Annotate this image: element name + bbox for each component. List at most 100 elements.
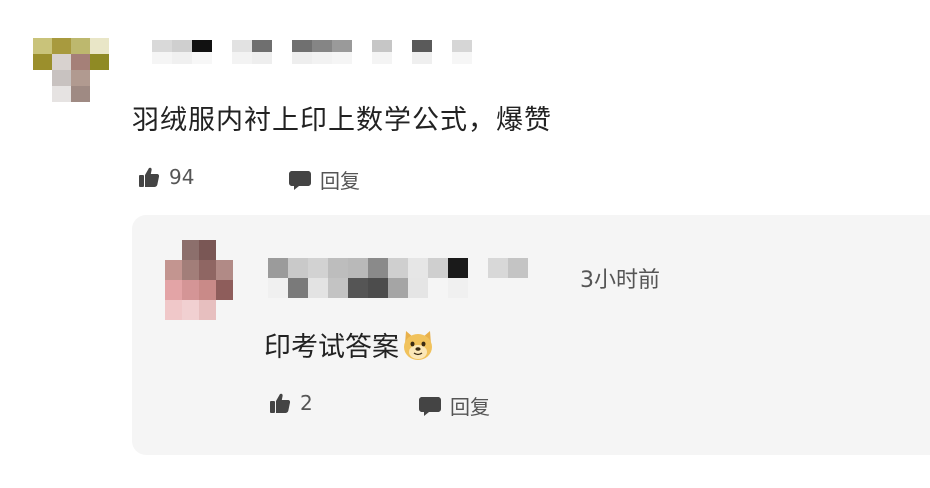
reply-like-button[interactable]: 2	[268, 391, 313, 415]
mosaic-pixel	[33, 86, 52, 102]
mosaic-pixel	[372, 52, 392, 64]
mosaic-pixel	[408, 278, 428, 298]
mosaic-pixel	[232, 40, 252, 52]
reply-text-row: 印考试答案	[264, 325, 435, 364]
mosaic-pixel	[216, 260, 233, 280]
comment-like-button[interactable]: 94	[137, 165, 194, 189]
mosaic-pixel	[216, 240, 233, 260]
mosaic-pixel	[90, 38, 109, 54]
mosaic-pixel	[268, 258, 288, 278]
commenter-name-blurred[interactable]	[132, 40, 472, 64]
mosaic-pixel	[272, 52, 292, 64]
mosaic-pixel	[182, 240, 199, 260]
mosaic-pixel	[199, 300, 216, 320]
reply-timestamp: 3小时前	[580, 268, 660, 293]
mosaic-pixel	[368, 258, 388, 278]
mosaic-pixel	[252, 40, 272, 52]
mosaic-pixel	[312, 40, 332, 52]
mosaic-pixel	[352, 40, 372, 52]
reply-reply-button[interactable]: 回复	[418, 391, 490, 420]
mosaic-pixel	[508, 278, 528, 298]
mosaic-pixel	[392, 40, 412, 52]
comment-text: 羽绒服内衬上印上数学公式，爆赞	[132, 105, 552, 136]
mosaic-pixel	[182, 300, 199, 320]
mosaic-pixel	[328, 258, 348, 278]
mosaic-pixel	[232, 52, 252, 64]
mosaic-pixel	[488, 258, 508, 278]
mosaic-pixel	[71, 38, 90, 54]
mosaic-pixel	[90, 54, 109, 70]
comment-reply-button[interactable]: 回复	[288, 165, 360, 194]
mosaic-pixel	[165, 240, 182, 260]
mosaic-pixel	[52, 70, 71, 86]
mosaic-pixel	[216, 280, 233, 300]
mosaic-pixel	[408, 258, 428, 278]
reply-like-count: 2	[300, 391, 313, 415]
mosaic-pixel	[448, 258, 468, 278]
mosaic-pixel	[172, 52, 192, 64]
mosaic-pixel	[332, 40, 352, 52]
mosaic-pixel	[199, 240, 216, 260]
mosaic-pixel	[292, 52, 312, 64]
mosaic-pixel	[33, 38, 52, 54]
thumbs-up-icon	[268, 391, 292, 415]
mosaic-pixel	[199, 260, 216, 280]
mosaic-pixel	[388, 278, 408, 298]
mosaic-pixel	[33, 70, 52, 86]
mosaic-pixel	[412, 52, 432, 64]
mosaic-pixel	[528, 278, 548, 298]
replier-avatar[interactable]	[165, 240, 233, 322]
mosaic-pixel	[165, 300, 182, 320]
mosaic-pixel	[448, 278, 468, 298]
mosaic-pixel	[352, 52, 372, 64]
mosaic-pixel	[212, 40, 232, 52]
replier-name-blurred[interactable]	[268, 258, 558, 298]
comment-like-count: 94	[169, 165, 195, 189]
mosaic-pixel	[182, 260, 199, 280]
mosaic-pixel	[432, 40, 452, 52]
mosaic-pixel	[71, 86, 90, 102]
mosaic-pixel	[372, 40, 392, 52]
commenter-avatar[interactable]	[33, 38, 109, 102]
mosaic-pixel	[90, 70, 109, 86]
mosaic-pixel	[172, 40, 192, 52]
mosaic-pixel	[428, 258, 448, 278]
mosaic-pixel	[388, 258, 408, 278]
mosaic-pixel	[308, 278, 328, 298]
mosaic-pixel	[165, 260, 182, 280]
mosaic-pixel	[52, 38, 71, 54]
speech-bubble-icon	[418, 394, 442, 418]
speech-bubble-icon	[288, 168, 312, 192]
mosaic-pixel	[328, 278, 348, 298]
mosaic-pixel	[192, 40, 212, 52]
mosaic-pixel	[292, 40, 312, 52]
mosaic-pixel	[428, 278, 448, 298]
mosaic-pixel	[132, 52, 152, 64]
mosaic-pixel	[332, 52, 352, 64]
mosaic-pixel	[132, 40, 152, 52]
mosaic-pixel	[52, 86, 71, 102]
mosaic-pixel	[152, 40, 172, 52]
mosaic-pixel	[199, 280, 216, 300]
mosaic-pixel	[216, 300, 233, 320]
reply-text: 印考试答案	[264, 332, 399, 363]
mosaic-pixel	[468, 258, 488, 278]
mosaic-pixel	[452, 40, 472, 52]
reply-reply-label: 回复	[450, 395, 490, 419]
mosaic-pixel	[468, 278, 488, 298]
mosaic-pixel	[272, 40, 292, 52]
mosaic-pixel	[152, 52, 172, 64]
mosaic-pixel	[288, 258, 308, 278]
mosaic-pixel	[33, 54, 52, 70]
mosaic-pixel	[192, 52, 212, 64]
mosaic-pixel	[508, 258, 528, 278]
mosaic-pixel	[452, 52, 472, 64]
comment-reply-label: 回复	[320, 169, 360, 193]
mosaic-pixel	[368, 278, 388, 298]
mosaic-pixel	[312, 52, 332, 64]
reply-container	[132, 215, 930, 455]
thumbs-up-icon	[137, 165, 161, 189]
mosaic-pixel	[182, 280, 199, 300]
mosaic-pixel	[71, 70, 90, 86]
mosaic-pixel	[52, 54, 71, 70]
